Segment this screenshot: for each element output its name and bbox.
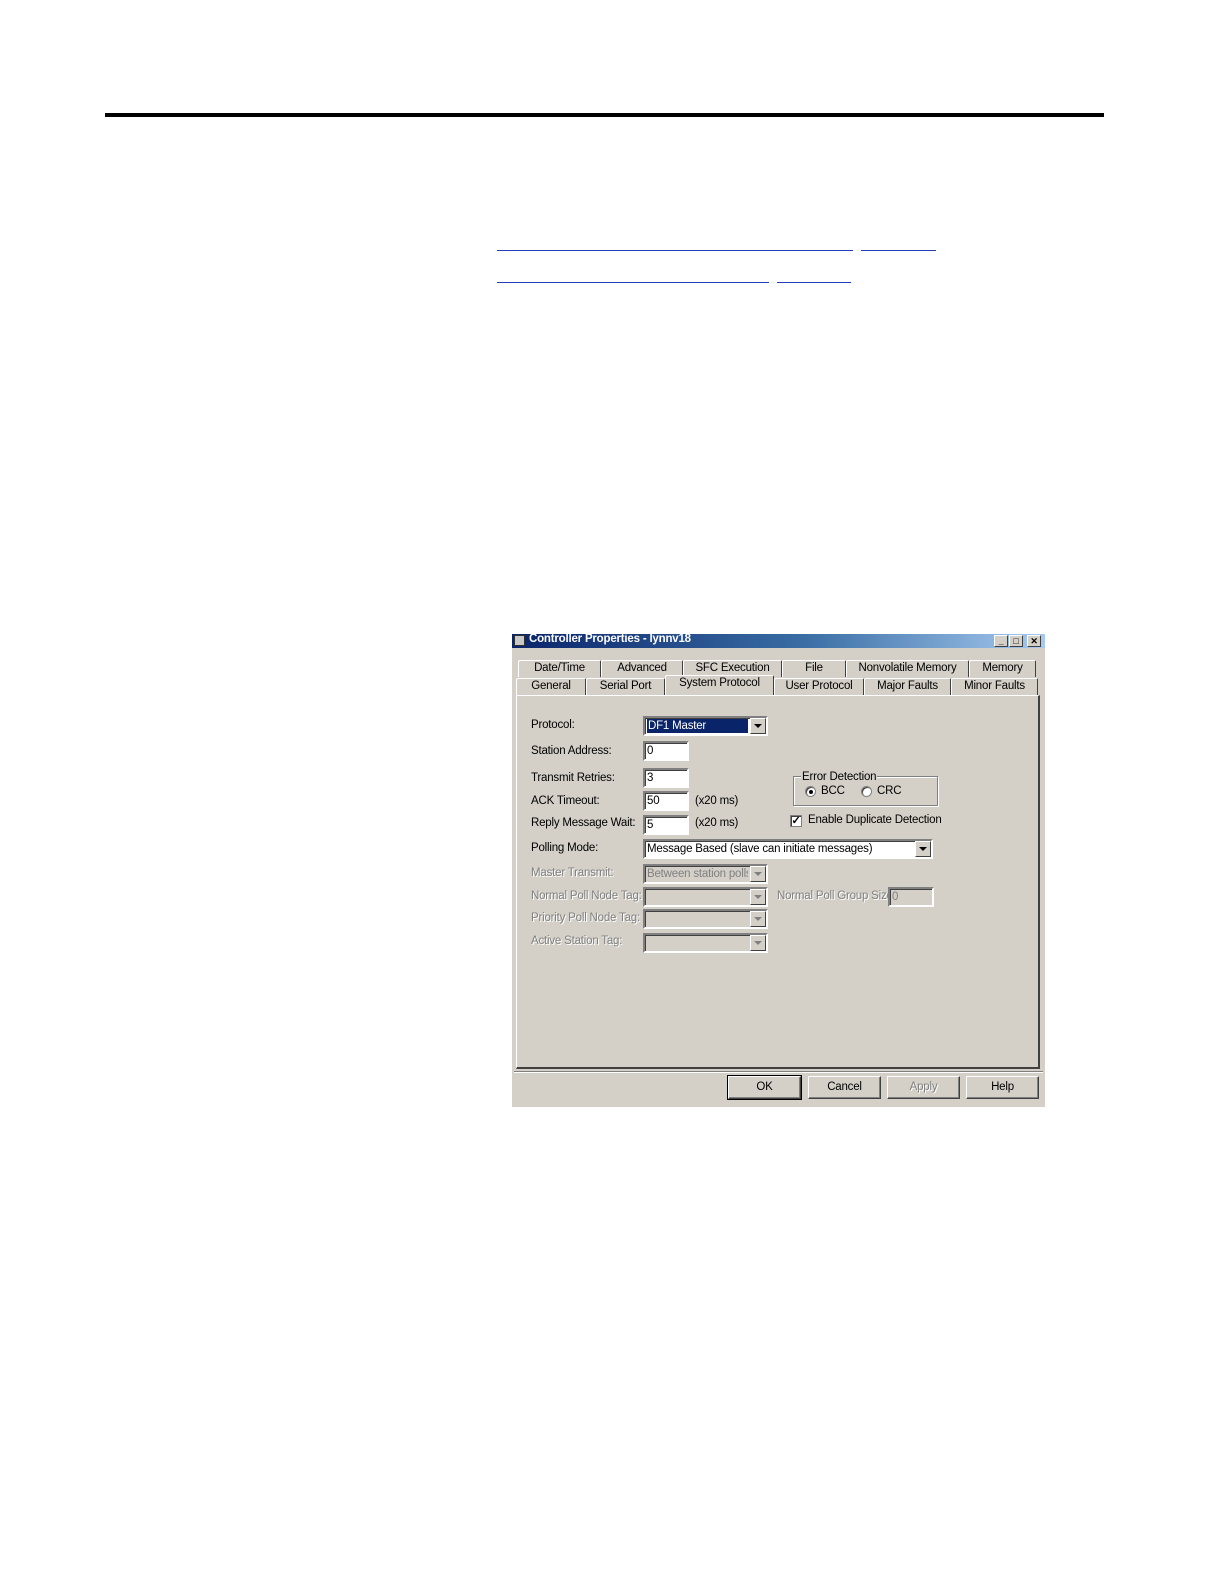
system-protocol-panel: Protocol: DF1 Master Error Detection BCC… [516,695,1040,1069]
polling-mode-label: Polling Mode: [531,842,599,854]
checkmark-icon: ✓ [791,815,801,827]
polling-mode-select[interactable]: Message Based (slave can initiate messag… [643,839,933,859]
tab-minor-faults[interactable]: Minor Faults [951,678,1038,695]
duplicate-detection-label: Enable Duplicate Detection [808,814,942,826]
tab-file[interactable]: File [782,660,846,677]
transmit-retries-input[interactable]: 3 [643,768,689,788]
ack-timeout-unit: (x20 ms) [695,795,739,807]
help-button[interactable]: Help [966,1076,1039,1099]
app-icon [514,635,525,646]
protocol-value: DF1 Master [647,719,748,733]
controller-properties-dialog: Controller Properties - lynnv18 _ □ ✕ Da… [512,634,1045,1107]
master-transmit-label: Master Transmit: [531,867,614,879]
chevron-down-icon[interactable] [750,911,766,927]
apply-button[interactable]: Apply [887,1076,960,1099]
dialog-title: Controller Properties - lynnv18 [529,634,691,645]
active-station-tag-label: Active Station Tag: [531,935,623,947]
error-detection-label: Error Detection [801,771,878,783]
duplicate-detection-checkbox[interactable]: ✓ [790,815,802,827]
chevron-down-icon[interactable] [750,935,766,951]
hyperlink-underline[interactable] [861,250,936,251]
ok-button[interactable]: OK [727,1075,802,1100]
tab-general[interactable]: General [516,678,586,695]
station-address-label: Station Address: [531,745,612,757]
master-transmit-select[interactable]: Between station polls [643,864,768,884]
priority-poll-node-tag-label: Priority Poll Node Tag: [531,912,640,924]
tab-memory[interactable]: Memory [969,660,1036,677]
tab-major-faults[interactable]: Major Faults [864,678,951,695]
hyperlink-underline[interactable] [497,250,853,251]
normal-poll-node-tag-label: Normal Poll Node Tag: [531,890,642,902]
button-bar-separator [514,1071,1043,1073]
station-address-input[interactable]: 0 [643,741,689,761]
normal-poll-node-tag-select[interactable] [643,887,768,907]
cancel-button[interactable]: Cancel [808,1076,881,1099]
crc-label: CRC [877,785,902,797]
active-station-tag-select[interactable] [643,933,768,953]
normal-poll-group-size-label: Normal Poll Group Size: [777,890,896,902]
ack-timeout-input[interactable]: 50 [643,791,689,811]
master-transmit-value: Between station polls [647,868,748,880]
protocol-label: Protocol: [531,719,575,731]
bcc-radio[interactable] [805,786,816,797]
page-header-rule [105,113,1104,117]
transmit-retries-label: Transmit Retries: [531,772,615,784]
crc-radio[interactable] [861,786,872,797]
tab-user-protocol[interactable]: User Protocol [774,678,864,695]
radio-selected-dot [809,790,813,794]
protocol-select[interactable]: DF1 Master [643,716,768,736]
tab-nonvolatile-memory[interactable]: Nonvolatile Memory [846,660,969,677]
reply-wait-input[interactable]: 5 [643,815,689,835]
bcc-label: BCC [821,785,845,797]
chevron-down-icon[interactable] [915,841,931,857]
hyperlink-underline[interactable] [497,282,769,283]
chevron-down-icon[interactable] [750,889,766,905]
minimize-icon[interactable]: _ [994,635,1008,647]
chevron-down-icon[interactable] [750,866,766,882]
hyperlink-underline[interactable] [777,282,851,283]
chevron-down-icon[interactable] [750,718,766,734]
maximize-icon[interactable]: □ [1009,635,1023,647]
tab-serial-port[interactable]: Serial Port [586,678,665,695]
reply-wait-unit: (x20 ms) [695,817,739,829]
polling-mode-value: Message Based (slave can initiate messag… [647,843,873,855]
priority-poll-node-tag-select[interactable] [643,909,768,929]
tab-system-protocol[interactable]: System Protocol [665,675,774,695]
tab-date-time[interactable]: Date/Time [518,660,601,677]
title-bar[interactable]: Controller Properties - lynnv18 _ □ ✕ [512,634,1045,648]
normal-poll-group-size-input[interactable]: 0 [888,887,934,907]
ack-timeout-label: ACK Timeout: [531,795,600,807]
reply-wait-label: Reply Message Wait: [531,817,636,829]
close-icon[interactable]: ✕ [1027,635,1041,647]
